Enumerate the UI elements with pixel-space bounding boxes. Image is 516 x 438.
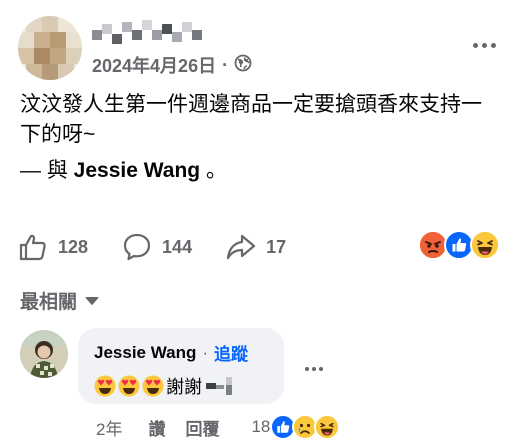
caret-down-icon <box>85 290 99 312</box>
comment-button[interactable]: 144 <box>122 232 192 262</box>
comment-sort-dropdown[interactable]: 最相關 <box>20 287 99 314</box>
comment-count: 144 <box>162 236 193 257</box>
tagged-person-link[interactable]: Jessie Wang <box>74 159 200 182</box>
comment-time[interactable]: 2年 <box>96 415 122 438</box>
globe-icon <box>234 54 252 77</box>
post-actions: 128 144 17 <box>18 228 286 266</box>
name-separator: · <box>202 342 209 362</box>
post-timestamp[interactable]: 2024年4月26日 · <box>92 52 252 78</box>
like-button[interactable]: 128 <box>18 232 88 262</box>
tag-suffix: 。 <box>200 159 227 182</box>
post-body: 汶汶發人生第一件週邊商品一定要搶頭香來支持一下的呀~ <box>20 93 482 146</box>
comment-text: 謝謝 <box>94 373 268 399</box>
haha-icon <box>470 230 500 260</box>
dot <box>319 367 323 371</box>
comment-like-button[interactable]: 讚 <box>148 415 165 438</box>
redacted-text <box>206 375 236 397</box>
tag-prefix: — 與 <box>20 159 74 182</box>
comment-message: 謝謝 <box>166 377 202 397</box>
heart-eyes-icon <box>94 375 116 397</box>
author-name-redacted[interactable] <box>92 16 212 50</box>
comment-reply-button[interactable]: 回覆 <box>185 415 219 438</box>
follow-button[interactable]: 追蹤 <box>214 340 248 365</box>
like-count: 128 <box>58 236 89 257</box>
heart-eyes-icon <box>118 375 140 397</box>
share-count: 17 <box>266 236 287 257</box>
commenter-avatar[interactable] <box>20 330 68 378</box>
post-options-button[interactable] <box>470 36 498 54</box>
dot <box>490 42 496 48</box>
share-icon <box>226 232 256 262</box>
date-separator: · <box>222 54 229 75</box>
dot <box>481 42 487 48</box>
comment-reaction-count[interactable]: 18 <box>251 417 270 437</box>
reaction-summary[interactable] <box>418 230 500 260</box>
thumbs-up-icon <box>18 232 48 262</box>
heart-eyes-icon <box>142 375 164 397</box>
comment-options-button[interactable] <box>302 362 326 376</box>
dot <box>305 367 309 371</box>
comment-meta: 2年 讚 回覆 18 <box>96 414 341 438</box>
sort-label: 最相關 <box>20 292 78 313</box>
comment-icon <box>122 232 152 262</box>
haha-icon <box>314 414 341 438</box>
share-button[interactable]: 17 <box>226 232 286 262</box>
author-avatar[interactable] <box>18 16 82 80</box>
post-date[interactable]: 2024年4月26日 <box>92 52 216 78</box>
tagged-line: — 與 Jessie Wang 。 <box>20 156 227 186</box>
dot <box>312 367 316 371</box>
commenter-name[interactable]: Jessie Wang <box>94 343 196 363</box>
dot <box>472 42 478 48</box>
comment-reactions[interactable] <box>270 414 341 438</box>
comment-bubble: Jessie Wang · 追蹤 謝謝 <box>78 328 284 404</box>
comment-header: Jessie Wang · 追蹤 <box>94 340 268 365</box>
